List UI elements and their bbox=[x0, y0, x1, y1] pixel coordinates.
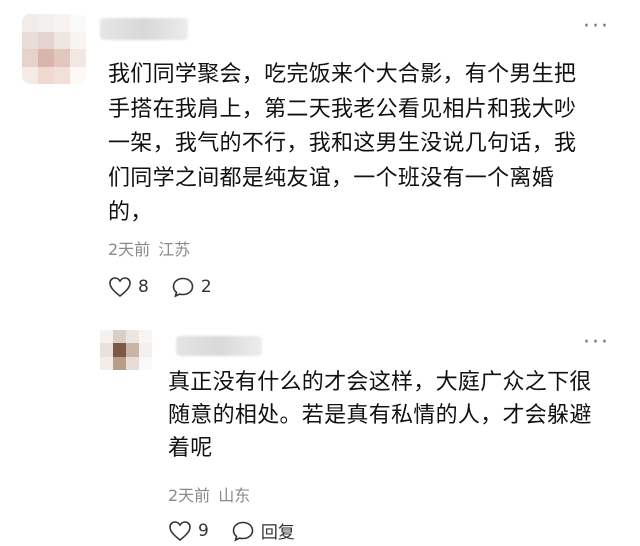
reply-actions: 9 回复 bbox=[168, 518, 317, 543]
reply-avatar[interactable] bbox=[100, 330, 152, 370]
comment-actions: 8 2 bbox=[108, 276, 234, 298]
comment-text: 我们同学聚会，吃完饭来个大合影，有个男生把手搭在我肩上，第二天我老公看见相片和我… bbox=[108, 62, 577, 225]
reply-count-button[interactable]: 2 bbox=[171, 276, 212, 298]
username-blurred[interactable] bbox=[100, 18, 188, 40]
reply-text: 真正没有什么的才会这样，大庭广众之下很随意的相处。若是真有私情的人，才会躲避着呢 bbox=[168, 370, 592, 461]
reply-more-dots-icon[interactable]: ··· bbox=[583, 332, 610, 354]
reply-button[interactable]: 回复 bbox=[231, 518, 295, 543]
reply-location: 山东 bbox=[218, 486, 251, 505]
reply-like-button[interactable]: 9 bbox=[168, 520, 209, 542]
more-dots-icon[interactable]: ··· bbox=[583, 16, 610, 38]
reply-meta: 2天前 山东 bbox=[168, 482, 250, 506]
like-count: 8 bbox=[138, 277, 149, 297]
comment-bubble-icon bbox=[172, 277, 194, 298]
reply-count: 2 bbox=[200, 277, 212, 297]
comment-location: 江苏 bbox=[158, 240, 191, 259]
comment-card: ··· 我们同学聚会，吃完饭来个大合影，有个男生把手搭在我肩上，第二天我老公看见… bbox=[0, 0, 640, 310]
comment-bubble-icon bbox=[232, 521, 254, 541]
reply-time: 2天前 bbox=[168, 486, 211, 505]
like-button[interactable]: 8 bbox=[108, 276, 149, 298]
comment-time: 2天前 bbox=[108, 240, 151, 259]
heart-icon bbox=[169, 520, 191, 541]
comment-meta: 2天前 江苏 bbox=[108, 236, 190, 260]
avatar[interactable] bbox=[22, 14, 86, 84]
reply-button-label: 回复 bbox=[260, 523, 295, 543]
heart-icon bbox=[109, 277, 131, 298]
reply-like-count: 9 bbox=[198, 520, 209, 541]
reply-username-blurred[interactable] bbox=[176, 336, 262, 356]
